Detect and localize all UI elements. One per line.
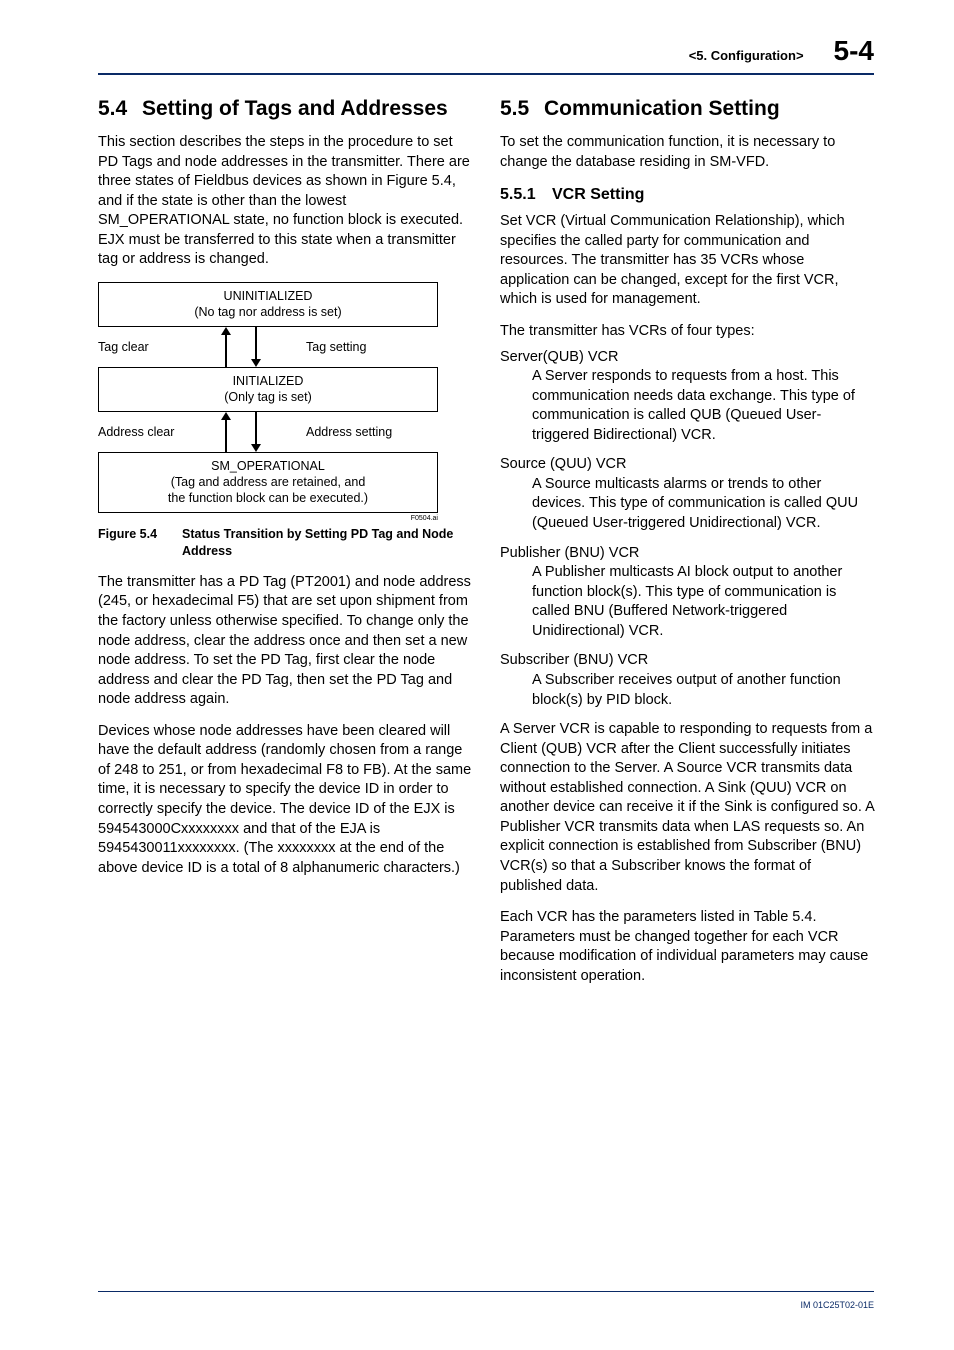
section-number: 5.4 bbox=[98, 97, 142, 121]
body-paragraph: This section describes the steps in the … bbox=[98, 133, 472, 270]
definition-description: A Publisher multicasts AI block output t… bbox=[532, 563, 874, 641]
right-column: 5.5 Communication Setting To set the com… bbox=[500, 93, 874, 998]
arrow-down-icon bbox=[251, 444, 261, 452]
state-uninitialized: UNINITIALIZED (No tag nor address is set… bbox=[98, 282, 438, 327]
page-number: 5-4 bbox=[834, 35, 874, 67]
running-header: <5. Configuration> 5-4 bbox=[98, 35, 874, 75]
state-sm-operational: SM_OPERATIONAL (Tag and address are reta… bbox=[98, 452, 438, 513]
definition-term: Server(QUB) VCR bbox=[500, 348, 874, 368]
state-subtitle: (Only tag is set) bbox=[224, 390, 312, 404]
transition-arrows bbox=[186, 412, 296, 452]
footer-rule bbox=[98, 1291, 874, 1292]
figure-caption-text: Status Transition by Setting PD Tag and … bbox=[182, 526, 472, 559]
body-paragraph: Set VCR (Virtual Communication Relations… bbox=[500, 212, 874, 310]
section-heading-5-5: 5.5 Communication Setting bbox=[500, 97, 874, 121]
transition-up-label: Address clear bbox=[98, 412, 186, 452]
definition-term: Subscriber (BNU) VCR bbox=[500, 651, 874, 671]
transition-up-label: Tag clear bbox=[98, 327, 186, 367]
subsection-number: 5.5.1 bbox=[500, 186, 552, 204]
left-column: 5.4 Setting of Tags and Addresses This s… bbox=[98, 93, 472, 998]
transition-arrows bbox=[186, 327, 296, 367]
state-subtitle: (Tag and address are retained, and bbox=[171, 475, 366, 489]
body-paragraph: To set the communication function, it is… bbox=[500, 133, 874, 172]
section-title: Communication Setting bbox=[544, 97, 780, 121]
body-paragraph: Each VCR has the parameters listed in Ta… bbox=[500, 908, 874, 986]
transition-row-2: Address clear Address setting bbox=[98, 412, 438, 452]
document-id: IM 01C25T02-01E bbox=[800, 1300, 874, 1310]
figure-5-4: UNINITIALIZED (No tag nor address is set… bbox=[98, 282, 472, 522]
body-paragraph: The transmitter has a PD Tag (PT2001) an… bbox=[98, 573, 472, 710]
body-paragraph: The transmitter has VCRs of four types: bbox=[500, 322, 874, 342]
state-subtitle: (No tag nor address is set) bbox=[194, 305, 341, 319]
definition-term: Source (QUU) VCR bbox=[500, 455, 874, 475]
definition-description: A Source multicasts alarms or trends to … bbox=[532, 475, 874, 534]
figure-source-ref: F0504.ai bbox=[98, 515, 438, 522]
state-title: INITIALIZED bbox=[233, 374, 304, 388]
chapter-label: <5. Configuration> bbox=[689, 48, 804, 63]
body-paragraph: Devices whose node addresses have been c… bbox=[98, 722, 472, 879]
transition-down-label: Address setting bbox=[296, 412, 438, 452]
section-heading-5-4: 5.4 Setting of Tags and Addresses bbox=[98, 97, 472, 121]
state-title: UNINITIALIZED bbox=[224, 289, 313, 303]
body-paragraph: A Server VCR is capable to responding to… bbox=[500, 720, 874, 896]
definition-term: Publisher (BNU) VCR bbox=[500, 544, 874, 564]
state-title: SM_OPERATIONAL bbox=[211, 459, 325, 473]
subsection-title: VCR Setting bbox=[552, 186, 644, 204]
definition-description: A Subscriber receives output of another … bbox=[532, 671, 874, 710]
transition-row-1: Tag clear Tag setting bbox=[98, 327, 438, 367]
figure-label: Figure 5.4 bbox=[98, 526, 182, 559]
definition-description: A Server responds to requests from a hos… bbox=[532, 367, 874, 445]
section-number: 5.5 bbox=[500, 97, 544, 121]
transition-down-label: Tag setting bbox=[296, 327, 438, 367]
state-subtitle: the function block can be executed.) bbox=[168, 491, 368, 505]
figure-caption: Figure 5.4 Status Transition by Setting … bbox=[98, 526, 472, 559]
arrow-down-icon bbox=[251, 359, 261, 367]
subsection-heading-5-5-1: 5.5.1 VCR Setting bbox=[500, 186, 874, 204]
section-title: Setting of Tags and Addresses bbox=[142, 97, 448, 121]
state-initialized: INITIALIZED (Only tag is set) bbox=[98, 367, 438, 412]
